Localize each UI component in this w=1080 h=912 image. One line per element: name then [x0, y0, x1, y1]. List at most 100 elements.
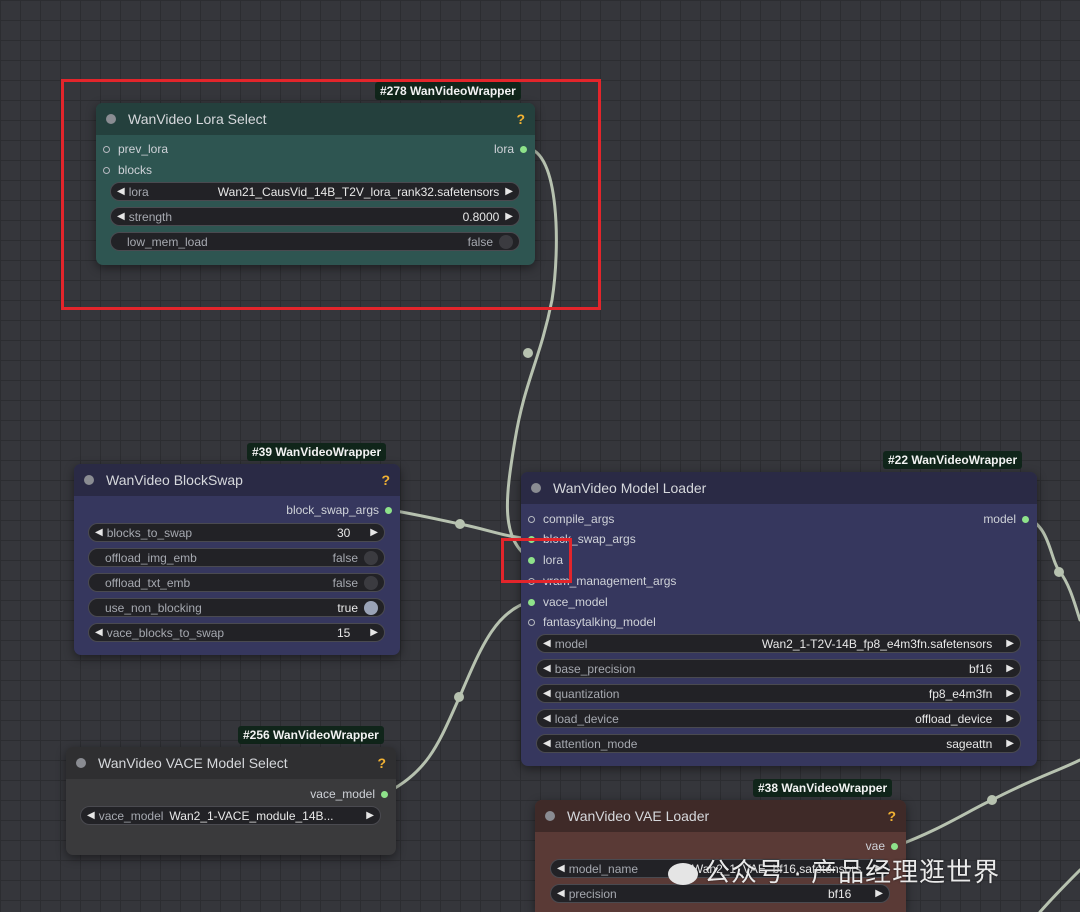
arrow-left-icon[interactable]: ◀	[95, 527, 103, 538]
widget-value: false	[467, 234, 493, 249]
node-header[interactable]: WanVideo VAE Loader ?	[535, 800, 906, 832]
widget-strength[interactable]: ◀ strength 0.8000 ▶	[110, 207, 520, 226]
widget-model[interactable]: ◀ model Wan2_1-T2V-14B_fp8_e4m3fn.safete…	[536, 634, 1021, 653]
widget-low-mem-load[interactable]: low_mem_load false	[110, 232, 520, 251]
node-header[interactable]: WanVideo VACE Model Select ?	[66, 747, 396, 779]
arrow-right-icon[interactable]: ▶	[1006, 738, 1014, 749]
widget-lora[interactable]: ◀ lora Wan21_CausVid_14B_T2V_lora_rank32…	[110, 182, 520, 201]
arrow-left-icon[interactable]: ◀	[543, 663, 551, 674]
slot-label: fantasytalking_model	[543, 615, 656, 629]
arrow-right-icon[interactable]: ▶	[875, 888, 883, 899]
arrow-left-icon[interactable]: ◀	[543, 638, 551, 649]
arrow-left-icon[interactable]: ◀	[95, 627, 103, 638]
node-title: WanVideo Model Loader	[553, 480, 707, 496]
output-model[interactable]: model	[983, 512, 1029, 526]
output-vae[interactable]: vae	[866, 839, 898, 853]
input-vram-management-args[interactable]: vram_management_args	[528, 574, 676, 588]
widget-offload-img-emb[interactable]: offload_img_emb false	[88, 548, 385, 567]
widget-blocks-to-swap[interactable]: ◀ blocks_to_swap 30 ▶	[88, 523, 385, 542]
input-vace-model[interactable]: vace_model	[528, 595, 608, 609]
arrow-right-icon[interactable]: ▶	[370, 527, 378, 538]
widget-label: strength	[128, 209, 173, 224]
arrow-right-icon[interactable]: ▶	[370, 627, 378, 638]
slot-row: compile_args model	[521, 509, 1037, 529]
widget-label: vace_model	[98, 808, 164, 823]
input-fantasytalking-model[interactable]: fantasytalking_model	[528, 615, 656, 629]
widget-vace-model[interactable]: ◀ vace_model Wan2_1-VACE_module_14B... ▶	[80, 806, 381, 825]
widget-attention-mode[interactable]: ◀ attention_mode sageattn ▶	[536, 734, 1021, 753]
arrow-right-icon[interactable]: ▶	[1006, 663, 1014, 674]
node-blockswap[interactable]: WanVideo BlockSwap ? block_swap_args ◀ b…	[74, 464, 400, 655]
arrow-right-icon[interactable]: ▶	[1006, 638, 1014, 649]
input-lora[interactable]: lora	[528, 553, 563, 567]
toggle-icon[interactable]	[364, 600, 378, 615]
help-icon[interactable]: ?	[516, 111, 525, 127]
toggle-icon[interactable]	[364, 550, 378, 565]
collapse-dot-icon[interactable]	[545, 811, 555, 821]
arrow-right-icon[interactable]: ▶	[505, 211, 513, 222]
input-blocks[interactable]: blocks	[103, 163, 152, 177]
node-header[interactable]: WanVideo Model Loader	[521, 472, 1037, 504]
help-icon[interactable]: ?	[381, 472, 390, 488]
collapse-dot-icon[interactable]	[84, 475, 94, 485]
input-dot-icon[interactable]	[103, 145, 110, 153]
widget-label: vace_blocks_to_swap	[106, 625, 225, 640]
wire-bottom-right	[1038, 868, 1080, 912]
slot-row: vace_model	[521, 592, 1037, 612]
arrow-right-icon[interactable]: ▶	[1006, 713, 1014, 724]
output-dot-icon[interactable]	[520, 145, 527, 153]
widget-value: bf16	[968, 661, 993, 676]
widget-use-non-blocking[interactable]: use_non_blocking true	[88, 598, 385, 617]
arrow-left-icon[interactable]: ◀	[543, 713, 551, 724]
arrow-right-icon[interactable]: ▶	[1006, 688, 1014, 699]
arrow-right-icon[interactable]: ▶	[505, 186, 513, 197]
output-lora[interactable]: lora	[494, 142, 527, 156]
widget-offload-txt-emb[interactable]: offload_txt_emb false	[88, 573, 385, 592]
widget-vace-blocks-to-swap[interactable]: ◀ vace_blocks_to_swap 15 ▶	[88, 623, 385, 642]
widget-quantization[interactable]: ◀ quantization fp8_e4m3fn ▶	[536, 684, 1021, 703]
output-dot-icon[interactable]	[385, 506, 392, 514]
widget-label: attention_mode	[554, 736, 638, 751]
node-header[interactable]: WanVideo Lora Select ?	[96, 103, 535, 135]
input-dot-icon[interactable]	[103, 166, 110, 174]
help-icon[interactable]: ?	[887, 808, 896, 824]
output-dot-icon[interactable]	[1022, 515, 1029, 523]
input-dot-icon[interactable]	[528, 515, 535, 523]
collapse-dot-icon[interactable]	[531, 483, 541, 493]
help-icon[interactable]: ?	[377, 755, 386, 771]
arrow-left-icon[interactable]: ◀	[543, 738, 551, 749]
collapse-dot-icon[interactable]	[76, 758, 86, 768]
arrow-left-icon[interactable]: ◀	[543, 688, 551, 699]
arrow-left-icon[interactable]: ◀	[557, 863, 565, 874]
output-block-swap-args[interactable]: block_swap_args	[286, 503, 392, 517]
widget-label: model_name	[568, 861, 639, 876]
node-vace-select[interactable]: WanVideo VACE Model Select ? vace_model …	[66, 747, 396, 855]
input-compile-args[interactable]: compile_args	[528, 512, 614, 526]
input-dot-icon[interactable]	[528, 618, 535, 626]
input-dot-icon[interactable]	[528, 598, 535, 606]
output-dot-icon[interactable]	[891, 842, 898, 850]
output-vace-model[interactable]: vace_model	[310, 787, 388, 801]
arrow-left-icon[interactable]: ◀	[117, 186, 125, 197]
widget-label: model	[554, 636, 588, 651]
node-header[interactable]: WanVideo BlockSwap ?	[74, 464, 400, 496]
slot-label: vae	[865, 839, 885, 853]
arrow-left-icon[interactable]: ◀	[87, 810, 95, 821]
collapse-dot-icon[interactable]	[106, 114, 116, 124]
slot-row: block_swap_args	[521, 529, 1037, 549]
toggle-icon[interactable]	[499, 234, 513, 249]
input-dot-icon[interactable]	[528, 577, 535, 585]
widget-base-precision[interactable]: ◀ base_precision bf16 ▶	[536, 659, 1021, 678]
input-block-swap-args[interactable]: block_swap_args	[528, 532, 636, 546]
toggle-icon[interactable]	[364, 575, 378, 590]
node-lora-select[interactable]: WanVideo Lora Select ? prev_lora lora bl…	[96, 103, 535, 265]
widget-load-device[interactable]: ◀ load_device offload_device ▶	[536, 709, 1021, 728]
output-dot-icon[interactable]	[381, 790, 388, 798]
input-dot-icon[interactable]	[528, 535, 535, 543]
node-model-loader[interactable]: WanVideo Model Loader compile_args model…	[521, 472, 1037, 766]
arrow-left-icon[interactable]: ◀	[117, 211, 125, 222]
input-prev-lora[interactable]: prev_lora	[103, 142, 168, 156]
arrow-right-icon[interactable]: ▶	[366, 810, 374, 821]
input-dot-icon[interactable]	[528, 556, 535, 564]
arrow-left-icon[interactable]: ◀	[557, 888, 565, 899]
